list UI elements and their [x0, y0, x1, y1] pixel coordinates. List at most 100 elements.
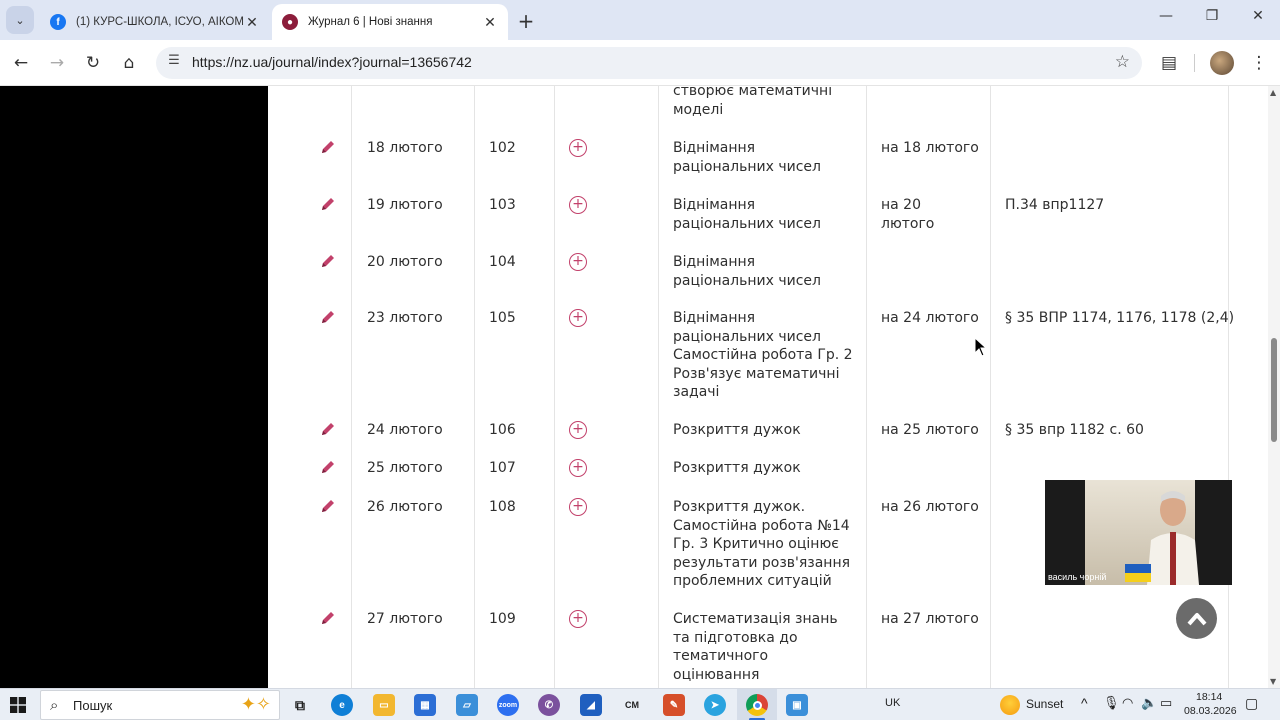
maximize-icon[interactable]: ❐: [1200, 8, 1224, 24]
scroll-up-arrow-icon[interactable]: ▲: [1270, 88, 1276, 97]
weather-label[interactable]: Sunset: [1026, 697, 1063, 711]
pdf-tool-icon[interactable]: ✎: [663, 694, 685, 716]
lesson-number: 107: [489, 460, 516, 476]
page-scrollbar[interactable]: ▲ ▼: [1268, 86, 1280, 688]
edit-pencil-icon[interactable]: [320, 139, 336, 155]
homework-text[interactable]: П.34 впр1127: [1005, 196, 1104, 215]
ukraine-flag-icon: [1125, 564, 1151, 582]
add-grade-plus-icon[interactable]: +: [569, 498, 587, 516]
grid-line: [474, 86, 475, 688]
lesson-date[interactable]: 20 лютого: [367, 253, 443, 272]
volume-icon[interactable]: 🔈: [1141, 695, 1157, 711]
reading-list-icon[interactable]: ▤: [1156, 50, 1182, 76]
microphone-icon[interactable]: 🎙: [1103, 695, 1120, 711]
topic-line: Віднімання: [673, 310, 756, 326]
lesson-date[interactable]: 25 лютого: [367, 459, 443, 478]
scroll-thumb[interactable]: [1271, 338, 1277, 442]
zoom-icon[interactable]: zoom: [497, 694, 519, 716]
clock-time[interactable]: 18:14: [1196, 691, 1222, 703]
minimize-icon[interactable]: —: [1154, 8, 1178, 24]
close-tab-icon[interactable]: ✕: [244, 14, 260, 31]
new-tab-icon[interactable]: +: [515, 9, 537, 33]
add-grade-plus-icon[interactable]: +: [569, 421, 587, 439]
add-grade-plus-icon[interactable]: +: [569, 610, 587, 628]
tab-facebook[interactable]: f (1) КУРС-ШКОЛА, ІСУО, АІКОМ та ел ✕: [40, 4, 270, 40]
window-app-icon[interactable]: ▣: [786, 694, 808, 716]
notifications-icon[interactable]: ▢: [1245, 695, 1258, 712]
chrome-icon[interactable]: [746, 694, 768, 716]
forward-icon[interactable]: →: [44, 50, 70, 76]
toolbar-divider: [1194, 54, 1195, 72]
taskbar-search-box[interactable]: ⌕ Пошук ✦✧: [40, 690, 280, 720]
tab-journal[interactable]: ● Журнал 6 | Нові знання ✕: [272, 4, 508, 40]
edge-icon[interactable]: e: [331, 694, 353, 716]
homework-due: на 18 лютого: [881, 139, 979, 158]
task-view-icon[interactable]: ⧉: [289, 694, 311, 716]
weather-sunset-icon[interactable]: [1000, 695, 1020, 715]
edit-pencil-icon[interactable]: [320, 253, 336, 269]
address-bar[interactable]: ☰ https://nz.ua/journal/index?journal=13…: [156, 47, 1142, 79]
chevron-up-icon: [1187, 612, 1206, 625]
battery-icon[interactable]: ▭: [1160, 695, 1172, 711]
topic-line: моделі: [673, 101, 724, 118]
add-grade-plus-icon[interactable]: +: [569, 459, 587, 477]
video-call-tile[interactable]: василь чорній: [1045, 480, 1232, 585]
homework-text[interactable]: § 35 ВПР 1174, 1176, 1178 (2,4): [1005, 309, 1234, 328]
homework-text[interactable]: § 35 впр 1182 с. 60: [1005, 421, 1144, 440]
add-grade-plus-icon[interactable]: +: [569, 253, 587, 271]
windows-start-icon[interactable]: [10, 697, 26, 713]
keyboard-language[interactable]: UK: [885, 697, 900, 709]
tab-title: Журнал 6 | Нові знання: [308, 16, 433, 28]
edit-pencil-icon[interactable]: [320, 459, 336, 475]
scroll-to-top-button[interactable]: [1176, 598, 1217, 639]
site-info-icon[interactable]: ☰: [164, 53, 184, 73]
due-line: на 20: [881, 197, 921, 213]
topic-line: та підготовка до: [673, 629, 798, 646]
scroll-down-arrow-icon[interactable]: ▼: [1270, 677, 1276, 686]
lesson-date[interactable]: 24 лютого: [367, 421, 443, 440]
facebook-icon: f: [50, 14, 66, 30]
add-grade-plus-icon[interactable]: +: [569, 309, 587, 327]
edit-pencil-icon[interactable]: [320, 421, 336, 437]
edit-pencil-icon[interactable]: [320, 498, 336, 514]
viber-icon[interactable]: ✆: [538, 694, 560, 716]
wifi-icon[interactable]: ◠: [1122, 695, 1133, 711]
profile-avatar[interactable]: [1210, 51, 1234, 75]
due-line: на 27 лютого: [881, 611, 979, 627]
lesson-date[interactable]: 23 лютого: [367, 309, 443, 328]
menu-dots-icon[interactable]: ⋮: [1246, 50, 1272, 76]
clock-date[interactable]: 08.03.2026: [1184, 705, 1237, 717]
add-grade-plus-icon[interactable]: +: [569, 196, 587, 214]
bookmark-star-icon[interactable]: ☆: [1115, 52, 1130, 72]
add-grade-plus-icon[interactable]: +: [569, 139, 587, 157]
close-window-icon[interactable]: ✕: [1246, 8, 1270, 24]
lesson-date[interactable]: 26 лютого: [367, 498, 443, 517]
paint-icon[interactable]: ◢: [580, 694, 602, 716]
telegram-icon[interactable]: ➤: [704, 694, 726, 716]
desktop-app-icon[interactable]: ▱: [456, 694, 478, 716]
cm-app-icon[interactable]: CM: [621, 694, 643, 716]
reload-icon[interactable]: ↻: [80, 50, 106, 76]
edit-pencil-icon[interactable]: [320, 309, 336, 325]
back-icon[interactable]: ←: [8, 50, 34, 76]
person-video-icon: [1147, 491, 1199, 585]
url-text[interactable]: https://nz.ua/journal/index?journal=1365…: [192, 54, 472, 70]
close-tab-icon[interactable]: ✕: [482, 14, 498, 31]
home-icon[interactable]: ⌂: [116, 50, 142, 76]
tab-search-chevron-icon[interactable]: ⌄: [6, 6, 34, 34]
lesson-date[interactable]: 27 лютого: [367, 610, 443, 629]
topic-line: раціональних чисел: [673, 215, 821, 232]
topic-line: раціональних чисел: [673, 328, 821, 345]
topic-line: Розкриття дужок: [673, 422, 801, 438]
lesson-date[interactable]: 18 лютого: [367, 139, 443, 158]
file-explorer-icon[interactable]: ▭: [373, 694, 395, 716]
search-icon: ⌕: [50, 696, 59, 714]
show-hidden-icons-icon[interactable]: ^: [1081, 695, 1088, 711]
edit-pencil-icon[interactable]: [320, 610, 336, 626]
due-line: лютого: [881, 215, 935, 232]
store-icon[interactable]: ▦: [414, 694, 436, 716]
topic-line: створює математичні: [673, 86, 833, 99]
edit-pencil-icon[interactable]: [320, 196, 336, 212]
lesson-date[interactable]: 19 лютого: [367, 196, 443, 215]
homework-due: на 24 лютого: [881, 309, 979, 328]
